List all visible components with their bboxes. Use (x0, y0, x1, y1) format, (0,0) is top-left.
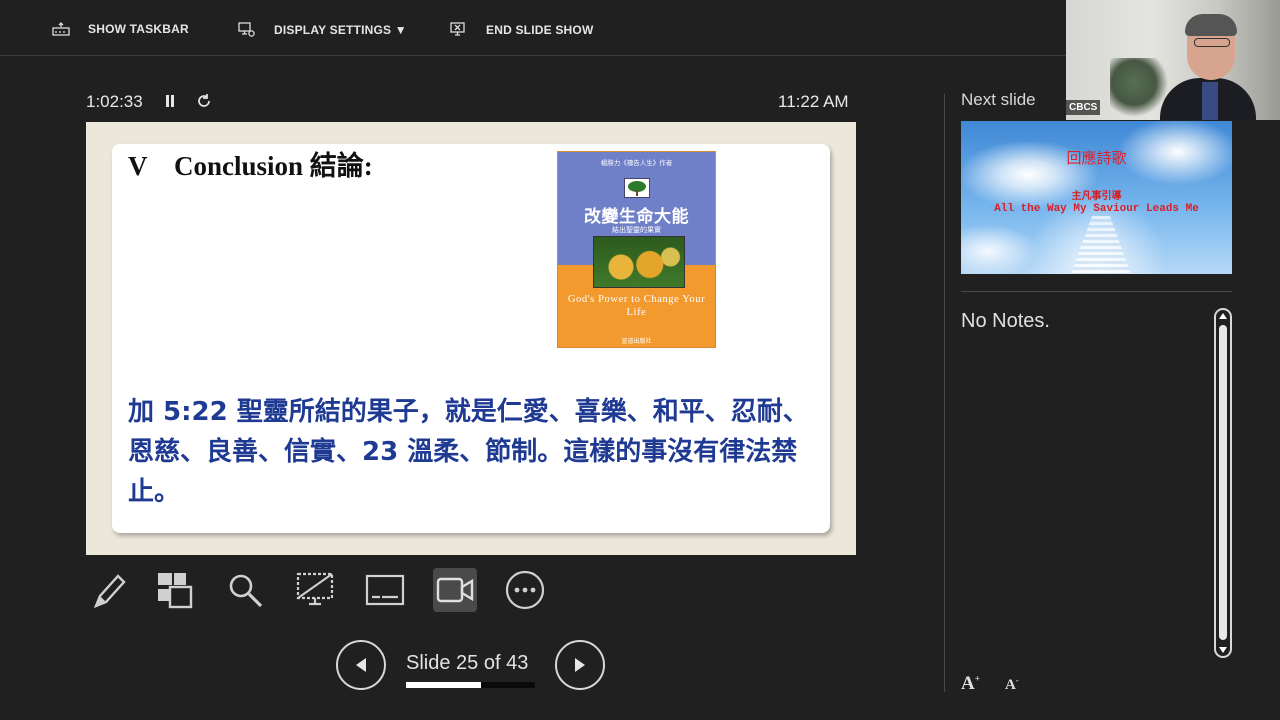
notes-scroll-thumb[interactable] (1219, 325, 1227, 640)
notes-scrollbar[interactable] (1214, 308, 1232, 658)
slide-content-card: V Conclusion 結論: 楊腓力《禱告人生》作者 改變生命大能 結出聖靈… (112, 144, 830, 533)
presenter-glasses (1194, 38, 1230, 47)
zoom-icon (229, 574, 263, 608)
fruit-photo (593, 236, 685, 288)
book-chinese-title: 改變生命大能 (584, 207, 689, 227)
display-settings-button[interactable]: DISPLAY SETTINGS ▼ (238, 22, 407, 38)
end-show-icon (450, 22, 465, 36)
display-settings-icon (238, 22, 255, 37)
book-chinese-subtitle: 結出聖靈的果實 (612, 226, 661, 234)
pen-icon (93, 574, 126, 609)
pause-timer-button[interactable] (164, 94, 176, 113)
notes-divider (961, 291, 1232, 292)
decrease-font-icon: A- (1005, 676, 1019, 693)
presenter-shirt (1202, 82, 1218, 120)
presenter-toolbar: SHOW TASKBAR DISPLAY SETTINGS ▼ END SLID… (0, 0, 1066, 56)
speaker-notes: No Notes. (961, 310, 1050, 332)
pen-tool-button[interactable] (86, 568, 130, 612)
restart-icon (198, 94, 210, 107)
decrease-font-button[interactable]: A- (1005, 676, 1019, 694)
previous-arrow-icon (356, 658, 366, 672)
tree-logo-icon (624, 178, 650, 198)
camera-toggle-button[interactable] (433, 568, 477, 612)
display-settings-label: DISPLAY SETTINGS ▼ (274, 23, 407, 37)
current-time: 11:22 AM (778, 92, 849, 111)
presenter-hair (1185, 14, 1237, 36)
black-screen-icon (296, 572, 334, 606)
subtitles-icon (365, 574, 405, 606)
scroll-down-arrow-icon[interactable] (1219, 647, 1227, 653)
next-slide-button[interactable] (555, 640, 605, 690)
next-slide-thumbnail[interactable]: 回應詩歌 主凡事引導 All the Way My Saviour Leads … (961, 121, 1232, 274)
webcam-overlay: CBCS (1066, 0, 1280, 120)
book-cover-image: 楊腓力《禱告人生》作者 改變生命大能 結出聖靈的果實 God's Power t… (557, 151, 716, 348)
end-slide-show-button[interactable]: END SLIDE SHOW (450, 22, 593, 38)
see-all-slides-button[interactable] (153, 568, 197, 612)
next-slide-label: Next slide (961, 90, 1036, 109)
camera-icon (436, 577, 474, 603)
see-all-slides-icon (158, 573, 193, 609)
end-slide-show-label: END SLIDE SHOW (486, 23, 594, 37)
stairway-image (1071, 216, 1131, 274)
slide-progress-fill (406, 682, 481, 688)
show-taskbar-label: SHOW TASKBAR (88, 22, 189, 36)
book-english-title: God's Power to Change Your Life (567, 294, 706, 318)
current-slide[interactable]: V Conclusion 結論: 楊腓力《禱告人生》作者 改變生命大能 結出聖靈… (86, 122, 856, 555)
more-options-icon (505, 570, 545, 610)
book-author-line: 楊腓力《禱告人生》作者 (600, 159, 673, 167)
black-screen-button[interactable] (293, 568, 337, 612)
elapsed-timer: 1:02:33 (86, 92, 143, 111)
book-publisher: 宣道出版社 (621, 338, 652, 345)
increase-font-button[interactable]: A+ (961, 673, 980, 695)
subtitles-button[interactable] (363, 568, 407, 612)
pane-divider[interactable] (944, 94, 945, 692)
increase-font-icon: A+ (961, 673, 980, 694)
more-options-button[interactable] (503, 568, 547, 612)
slide-counter[interactable]: Slide 25 of 43 (406, 652, 528, 675)
slide-body-text: 加 5:22 聖靈所結的果子，就是仁愛、喜樂、和平、忍耐、恩慈、良善、信實、23… (128, 397, 809, 507)
pause-icon (166, 95, 174, 107)
slide-progress-bar (406, 682, 535, 688)
next-slide-subtitle-chinese: 主凡事引導 (1071, 191, 1122, 202)
scroll-up-arrow-icon[interactable] (1219, 313, 1227, 319)
next-slide-subtitle-english: All the Way My Saviour Leads Me (994, 203, 1199, 215)
next-arrow-icon (575, 658, 585, 672)
slide-title: V Conclusion 結論: (128, 151, 373, 181)
show-taskbar-button[interactable]: SHOW TASKBAR (52, 22, 189, 36)
restart-timer-button[interactable] (196, 93, 212, 114)
next-slide-title: 回應詩歌 (1066, 149, 1127, 167)
previous-slide-button[interactable] (336, 640, 386, 690)
taskbar-icon (52, 22, 70, 36)
zoom-button[interactable] (223, 568, 267, 612)
webcam-name-label: CBCS (1066, 100, 1101, 115)
